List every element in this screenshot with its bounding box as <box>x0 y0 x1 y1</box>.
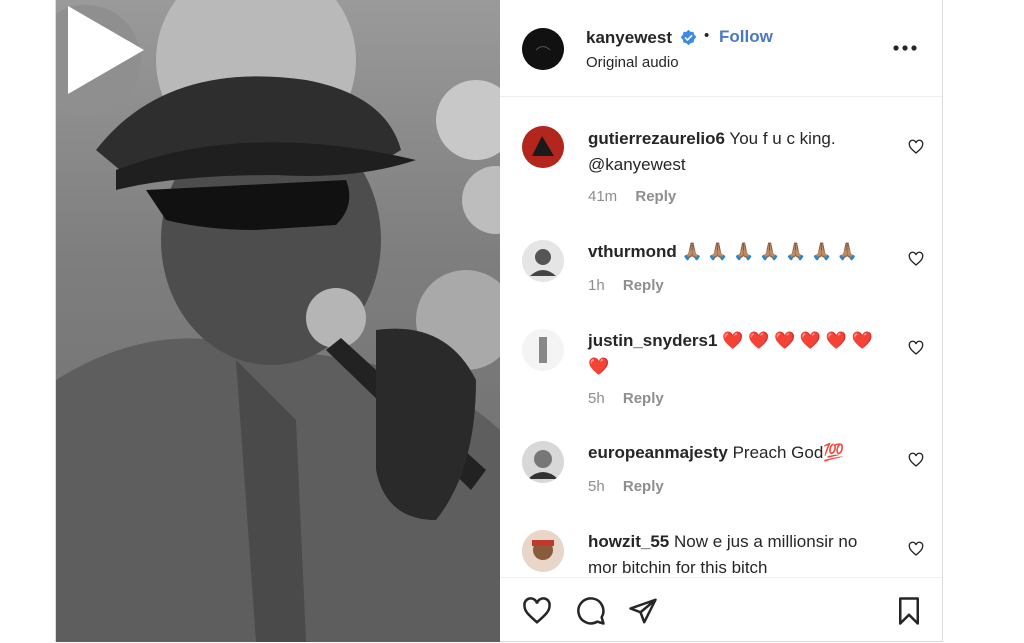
comment-body: gutierrezaurelio6 You f u c king. @kanye… <box>588 126 884 178</box>
more-options-icon[interactable] <box>892 36 918 60</box>
follow-button[interactable]: Follow <box>719 27 773 47</box>
heart-icon[interactable] <box>908 541 924 557</box>
comment-body: europeanmajesty Preach God💯 <box>588 440 884 466</box>
comment-body: justin_snyders1 ❤️ ❤️ ❤️ ❤️ ❤️ ❤️ ❤️ <box>588 328 884 380</box>
comment-meta: 5h Reply <box>588 390 678 407</box>
comment-meta: 1h Reply <box>588 277 678 294</box>
comment-icon[interactable] <box>576 596 606 626</box>
audio-label[interactable]: Original audio <box>586 54 679 71</box>
share-icon[interactable] <box>628 596 658 626</box>
comments-list[interactable]: gutierrezaurelio6 You f u c king. @kanye… <box>500 97 942 576</box>
comment-text: Preach God💯 <box>732 443 845 462</box>
comment-time: 5h <box>588 390 605 407</box>
comment-username[interactable]: gutierrezaurelio6 <box>588 129 725 148</box>
play-icon[interactable] <box>56 0 156 100</box>
heart-icon[interactable] <box>908 251 924 267</box>
avatar-image <box>522 329 564 371</box>
comment-username[interactable]: justin_snyders1 <box>588 331 717 350</box>
comment-username[interactable]: europeanmajesty <box>588 443 728 462</box>
verified-badge-icon <box>680 29 697 46</box>
post-author-username[interactable]: kanyewest <box>586 28 672 48</box>
avatar-image <box>522 530 564 572</box>
comment-text: 🙏🏽 🙏🏽 🙏🏽 🙏🏽 🙏🏽 🙏🏽 🙏🏽 <box>681 242 859 261</box>
post-header: kanyewest • Follow Original audio <box>500 0 942 97</box>
comment-meta: 5h Reply <box>588 478 678 495</box>
comment-username[interactable]: vthurmond <box>588 242 677 261</box>
reply-button[interactable]: Reply <box>623 277 664 294</box>
separator-dot: • <box>704 27 710 44</box>
comment-body: howzit_55 Now e jus a millionsir no mor … <box>588 529 884 576</box>
comment-time: 5h <box>588 478 605 495</box>
bookmark-icon[interactable] <box>894 596 924 626</box>
post-action-bar <box>500 577 942 643</box>
avatar[interactable] <box>522 28 564 70</box>
video-player[interactable] <box>56 0 500 642</box>
avatar[interactable] <box>522 240 564 282</box>
reply-button[interactable]: Reply <box>623 390 664 407</box>
avatar-image <box>522 28 564 70</box>
reply-button[interactable]: Reply <box>635 188 676 205</box>
avatar[interactable] <box>522 441 564 483</box>
post-sidebar: kanyewest • Follow Original audio gutier… <box>500 0 942 642</box>
comment-username[interactable]: howzit_55 <box>588 532 669 551</box>
instagram-post: kanyewest • Follow Original audio gutier… <box>55 0 943 642</box>
avatar[interactable] <box>522 329 564 371</box>
reply-button[interactable]: Reply <box>623 478 664 495</box>
avatar[interactable] <box>522 530 564 572</box>
heart-icon[interactable] <box>522 596 552 626</box>
avatar-image <box>522 240 564 282</box>
avatar[interactable] <box>522 126 564 168</box>
heart-icon[interactable] <box>908 340 924 356</box>
comment-body: vthurmond 🙏🏽 🙏🏽 🙏🏽 🙏🏽 🙏🏽 🙏🏽 🙏🏽 <box>588 239 884 265</box>
comment-meta: 41m Reply <box>588 188 690 205</box>
comment-time: 41m <box>588 188 618 205</box>
avatar-image <box>522 126 564 168</box>
comment-time: 1h <box>588 277 605 294</box>
avatar-image <box>522 441 564 483</box>
heart-icon[interactable] <box>908 139 924 155</box>
heart-icon[interactable] <box>908 452 924 468</box>
